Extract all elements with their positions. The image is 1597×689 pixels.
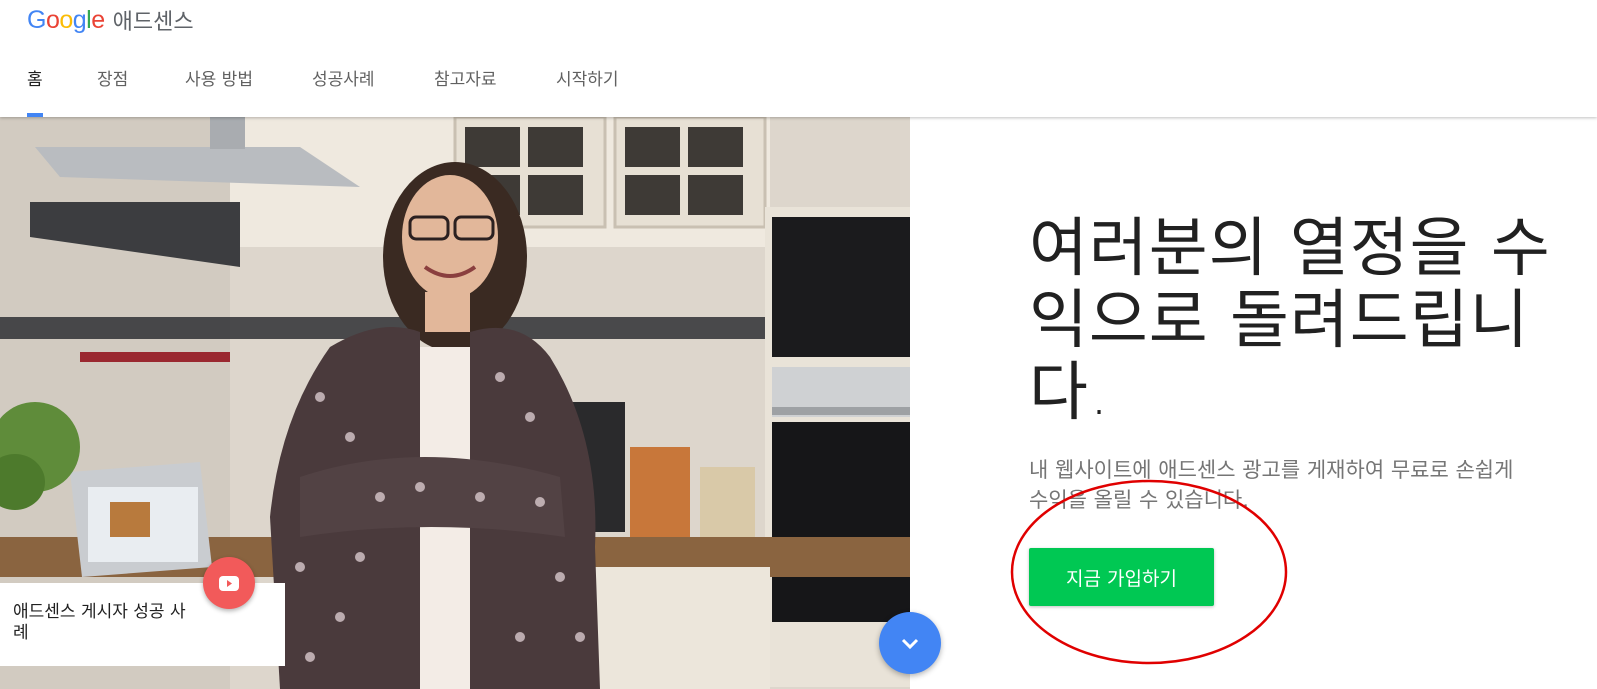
youtube-play-icon [219, 575, 239, 591]
scroll-down-button[interactable] [879, 612, 941, 674]
logo-letter: g [72, 5, 87, 34]
chevron-down-icon [901, 638, 919, 650]
google-wordmark: Google [27, 6, 105, 35]
page-headline: 여러분의 열정을 수익으로 돌려드립니다. [1029, 212, 1551, 430]
tab-resources[interactable]: 참고자료 [434, 62, 497, 117]
tab-success-stories[interactable]: 성공사례 [312, 62, 375, 117]
signup-button[interactable]: 지금 가입하기 [1029, 548, 1214, 606]
youtube-play-button[interactable] [203, 557, 255, 609]
tab-how-it-works[interactable]: 사용 방법 [185, 62, 253, 117]
adsense-logo[interactable]: Google 애드센스 [27, 4, 194, 36]
logo-letter: G [27, 5, 46, 34]
tab-get-started[interactable]: 시작하기 [556, 62, 619, 117]
tab-home[interactable]: 홈 [27, 62, 43, 117]
product-name: 애드센스 [112, 10, 194, 35]
site-header: Google 애드센스 홈 장점 사용 방법 성공사례 참고자료 시작하기 [0, 0, 1597, 117]
logo-letter: o [59, 5, 73, 34]
logo-letter: o [45, 5, 60, 34]
hero-subtext: 내 웹사이트에 애드센스 광고를 게재하여 무료로 손쉽게 수익을 올릴 수 있… [1029, 458, 1514, 512]
success-story-label: 애드센스 게시자 성공 사례 [13, 602, 186, 643]
tab-benefits[interactable]: 장점 [97, 62, 128, 117]
logo-letter: e [91, 5, 105, 34]
